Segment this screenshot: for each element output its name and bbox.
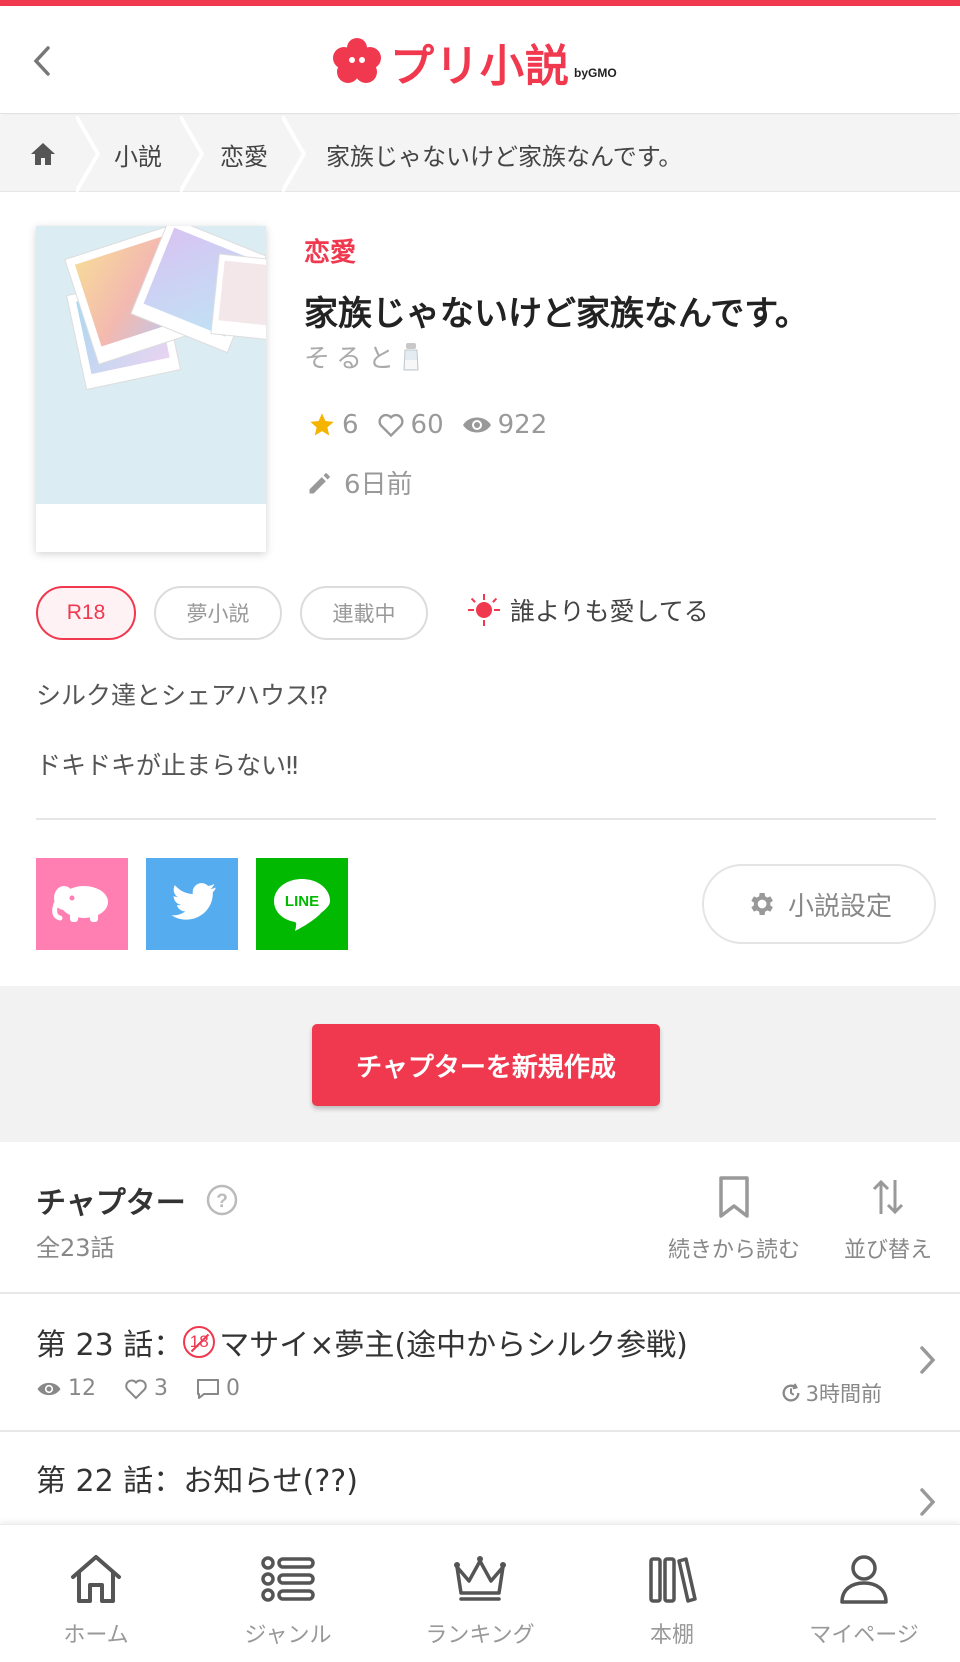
logo-by-gmo: byGMO bbox=[574, 66, 617, 80]
chapter-row[interactable]: 第 23 話： 18 マサイ×夢主(途中からシルク参戦) 12 3 0 3時間前 bbox=[0, 1294, 960, 1430]
share-line-button[interactable]: LINE bbox=[256, 858, 348, 950]
chapter-views: 12 bbox=[36, 1376, 96, 1401]
elephant-icon bbox=[52, 886, 108, 922]
tag-dream-novel[interactable]: 夢小説 bbox=[154, 586, 282, 640]
chapter-time: 3時間前 bbox=[780, 1378, 882, 1408]
author-name: そると bbox=[304, 344, 401, 374]
twitter-bird-icon bbox=[171, 883, 216, 920]
sparkle-icon bbox=[468, 594, 500, 626]
chapter-title: 第 23 話： 18 マサイ×夢主(途中からシルク参戦) bbox=[36, 1326, 688, 1363]
pencil-icon bbox=[309, 472, 330, 493]
tab-bookshelf[interactable]: 本棚 bbox=[576, 1525, 768, 1662]
home-outline-icon bbox=[71, 1555, 121, 1603]
gear-icon bbox=[751, 893, 773, 915]
chapter-likes: 3 bbox=[124, 1376, 168, 1401]
chapter-title: 第 22 話： お知らせ(??) bbox=[36, 1464, 358, 1499]
back-button[interactable] bbox=[22, 36, 62, 86]
breadcrumb-separator bbox=[180, 116, 204, 192]
novel-cover-image bbox=[36, 226, 266, 552]
salt-shaker-icon bbox=[403, 342, 419, 370]
chevron-right-icon bbox=[920, 1346, 936, 1374]
breadcrumb-item-current: 家族じゃないけど家族なんです。 bbox=[326, 142, 683, 171]
share-prichat-button[interactable] bbox=[36, 858, 128, 950]
home-icon bbox=[31, 143, 55, 165]
tab-mypage[interactable]: マイページ bbox=[768, 1525, 960, 1662]
tag-r18[interactable]: R18 bbox=[36, 586, 136, 640]
breadcrumb: 小説 恋愛 家族じゃないけど家族なんです。 bbox=[0, 116, 960, 192]
breadcrumb-home[interactable] bbox=[30, 116, 56, 192]
novel-settings-button[interactable]: 小説設定 bbox=[702, 864, 936, 944]
novel-title: 家族じゃないけど家族なんです。 bbox=[304, 294, 809, 334]
clock-refresh-icon bbox=[782, 1383, 800, 1402]
chevron-left-icon bbox=[33, 46, 50, 76]
eye-icon bbox=[37, 1382, 61, 1395]
chevron-right-icon bbox=[920, 1488, 936, 1516]
sort-button[interactable]: 並び替え bbox=[844, 1176, 932, 1264]
favorite-badge[interactable]: 誰よりも愛してる bbox=[466, 592, 709, 628]
chapter-comments: 0 bbox=[196, 1376, 240, 1401]
tab-home[interactable]: ホーム bbox=[0, 1525, 192, 1662]
breadcrumb-item-novels[interactable]: 小説 bbox=[114, 116, 162, 192]
logo-text: プリ小説 bbox=[390, 41, 570, 92]
r18-mark-icon: 18 bbox=[183, 1326, 216, 1358]
share-twitter-button[interactable] bbox=[146, 858, 238, 950]
sort-arrows-icon bbox=[872, 1179, 904, 1215]
heart-icon bbox=[378, 413, 404, 438]
help-icon[interactable]: ? bbox=[206, 1184, 238, 1216]
svg-text:LINE: LINE bbox=[285, 893, 319, 910]
stat-likes: 60 bbox=[377, 410, 444, 440]
tab-ranking[interactable]: ランキング bbox=[384, 1525, 576, 1662]
chapters-heading: チャプター ? bbox=[36, 1178, 238, 1222]
stat-views: 922 bbox=[462, 410, 547, 440]
svg-text:?: ? bbox=[216, 1191, 228, 1212]
tag-ongoing[interactable]: 連載中 bbox=[300, 586, 428, 640]
line-logo-icon: LINE bbox=[274, 879, 330, 931]
eye-icon bbox=[462, 417, 491, 433]
list-icon bbox=[261, 1556, 315, 1602]
crown-icon bbox=[454, 1556, 506, 1601]
create-chapter-button[interactable]: チャプターを新規作成 bbox=[312, 1024, 660, 1106]
breadcrumb-item-genre[interactable]: 恋愛 bbox=[220, 116, 268, 192]
breadcrumb-separator bbox=[76, 116, 100, 192]
novel-updated: 6日前 bbox=[306, 464, 413, 501]
comment-icon bbox=[197, 1378, 219, 1399]
bottom-tab-bar: ホーム ジャンル ランキング 本棚 マイページ bbox=[0, 1524, 960, 1662]
divider bbox=[36, 818, 936, 820]
books-icon bbox=[649, 1557, 697, 1603]
novel-stats: 6 60 922 bbox=[308, 410, 565, 440]
breadcrumb-separator bbox=[282, 116, 306, 192]
app-logo[interactable]: プリ小説 byGMO bbox=[330, 32, 617, 92]
novel-genre[interactable]: 恋愛 bbox=[304, 232, 356, 269]
flower-logo-icon bbox=[333, 38, 381, 83]
continue-reading-button[interactable]: 続きから読む bbox=[668, 1176, 800, 1264]
stat-stars: 6 bbox=[308, 410, 359, 440]
bookmark-icon bbox=[719, 1176, 749, 1218]
star-icon bbox=[310, 413, 334, 436]
chapter-count: 全23話 bbox=[36, 1234, 115, 1262]
chapter-stats: 12 3 0 bbox=[36, 1376, 268, 1401]
tab-genre[interactable]: ジャンル bbox=[192, 1525, 384, 1662]
novel-author[interactable]: そると bbox=[304, 338, 420, 375]
app-header: プリ小説 byGMO bbox=[0, 6, 960, 114]
heart-icon bbox=[125, 1379, 147, 1399]
user-icon bbox=[840, 1555, 888, 1604]
description-line-1: シルク達とシェアハウス⁉ bbox=[36, 681, 329, 710]
description-line-2: ドキドキが止まらない‼ bbox=[36, 751, 299, 780]
